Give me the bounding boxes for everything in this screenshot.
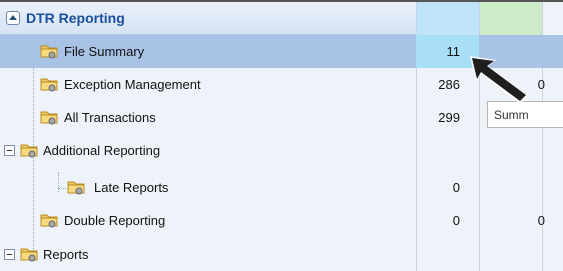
row-value-2[interactable]: 0 (525, 213, 545, 228)
folder-icon (40, 43, 58, 59)
header-column-2 (479, 2, 542, 35)
header-column-3 (542, 2, 563, 35)
folder-icon (40, 76, 58, 92)
minus-box-icon[interactable] (4, 249, 15, 260)
tree-row-label: Reports (43, 247, 89, 262)
header-column-1 (416, 2, 479, 35)
tree-row-double-reporting[interactable]: Double Reporting 0 0 (0, 204, 563, 237)
tree-row-reports[interactable]: Reports (0, 238, 563, 271)
folder-icon (67, 179, 85, 195)
row-value-1[interactable]: 0 (410, 180, 460, 195)
folder-icon (20, 246, 38, 262)
folder-icon (20, 142, 38, 158)
tree-row-label: Late Reports (94, 180, 169, 195)
mouse-cursor-icon (462, 52, 532, 111)
tree-row-label: Double Reporting (64, 213, 166, 228)
header-title[interactable]: DTR Reporting (26, 10, 125, 26)
minus-box-icon[interactable] (4, 145, 15, 156)
tree-row-label: Exception Management (64, 77, 201, 92)
row-value-1[interactable]: 299 (410, 110, 460, 125)
row-value-1[interactable]: 11 (410, 44, 461, 59)
tree-row-label: All Transactions (64, 110, 156, 125)
row-value-1[interactable]: 286 (410, 77, 460, 92)
row-value-1[interactable]: 0 (410, 213, 460, 228)
tree-row-label: File Summary (64, 44, 145, 59)
folder-icon (40, 109, 58, 125)
tree-row-label: Additional Reporting (43, 143, 161, 158)
collapse-icon[interactable] (6, 11, 20, 25)
dtr-reporting-panel: DTR Reporting File Summary 11 Exception … (0, 0, 563, 271)
tree-row-late-reports[interactable]: Late Reports 0 (0, 171, 563, 204)
tree-row-additional-reporting[interactable]: Additional Reporting (0, 134, 563, 167)
folder-icon (40, 212, 58, 228)
